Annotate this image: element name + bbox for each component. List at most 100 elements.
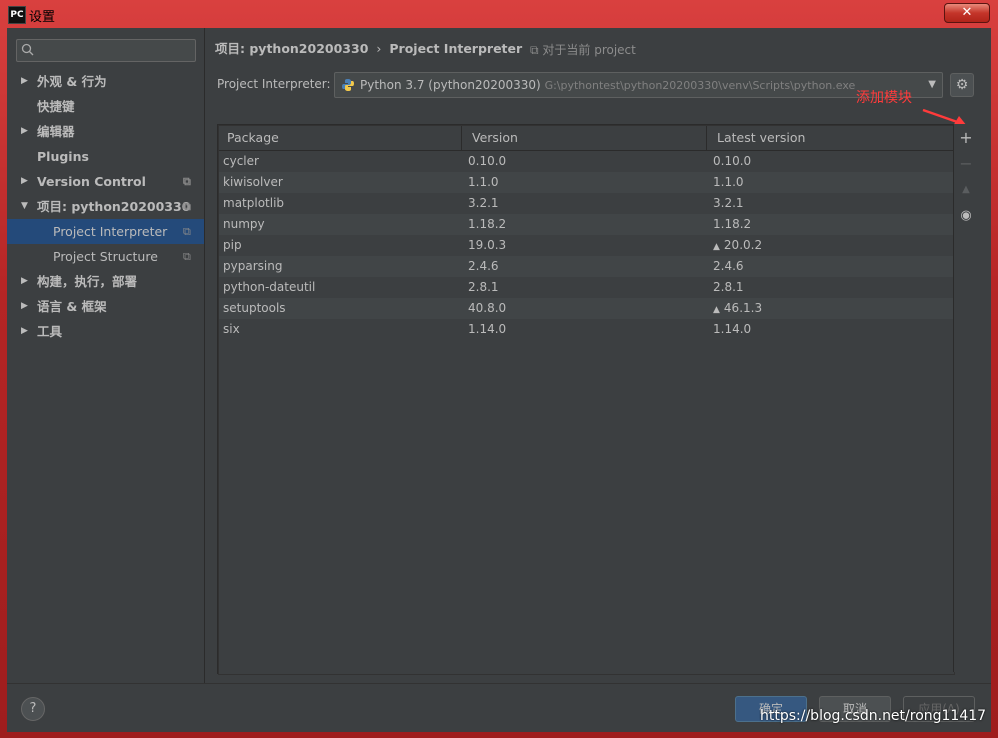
sidebar-item-label: Project Structure [53, 249, 158, 264]
package-version: 40.8.0 [468, 301, 507, 315]
table-row[interactable]: cycler 0.10.0 0.10.0 [219, 151, 954, 172]
table-row[interactable]: numpy 1.18.2 1.18.2 [219, 214, 954, 235]
package-version: 1.14.0 [468, 322, 507, 336]
table-row[interactable]: six 1.14.0 1.14.0 [219, 319, 954, 340]
package-name: pip [223, 238, 242, 252]
settings-content: 项目: python20200330 › Project Interpreter ⧉… [205, 28, 991, 683]
latest-version-text: 46.1.3 [723, 301, 763, 315]
dropdown-arrow-icon: ▼ [928, 79, 936, 90]
sidebar-item-label: Plugins [37, 149, 89, 164]
breadcrumb-separator-icon: › [376, 41, 382, 56]
interpreter-path: G:\pythontest\python20200330\venv\Script… [544, 79, 856, 92]
sidebar-item-languages[interactable]: ▶ 语言 & 框架 [7, 294, 204, 319]
package-latest-version: 1.14.0 [713, 319, 751, 340]
package-name: cycler [223, 154, 259, 168]
package-latest-version: 0.10.0 [713, 151, 751, 172]
project-scope-icon: ⧉ [183, 200, 191, 213]
search-icon [21, 43, 34, 56]
sidebar-item-project[interactable]: ▼ 项目: python20200330 ⧉ [7, 194, 204, 219]
sidebar-item-label: 编辑器 [37, 124, 75, 139]
sidebar-item-plugins[interactable]: Plugins [7, 144, 204, 169]
interpreter-name: Python 3.7 (python20200330) G:\pythontes… [360, 78, 855, 92]
table-row[interactable]: kiwisolver 1.1.0 1.1.0 [219, 172, 954, 193]
package-name: kiwisolver [223, 175, 283, 189]
sidebar-item-version-control[interactable]: ▶ Version Control ⧉ [7, 169, 204, 194]
search-input[interactable] [16, 39, 196, 62]
sidebar-item-appearance[interactable]: ▶ 外观 & 行为 [7, 69, 204, 94]
package-name: setuptools [223, 301, 286, 315]
table-row[interactable]: pyparsing 2.4.6 2.4.6 [219, 256, 954, 277]
breadcrumb: 项目: python20200330 › Project Interpreter [215, 38, 522, 57]
project-scope-icon: ⧉ [183, 250, 191, 263]
package-latest-version: ▲ 46.1.3 [713, 298, 762, 321]
for-current-project-label: 对于当前 project [542, 43, 636, 57]
collapse-arrow-icon: ▼ [21, 201, 28, 211]
show-early-releases-eye-icon[interactable]: ◉ [954, 205, 978, 227]
help-button[interactable]: ? [21, 697, 45, 721]
sidebar-item-label: 工具 [37, 324, 63, 339]
package-toolbar: + − ▲ ◉ [953, 124, 978, 672]
project-scope-icon: ⧉ [183, 175, 191, 188]
sidebar-item-label: 外观 & 行为 [37, 74, 107, 89]
package-latest-version: 2.4.6 [713, 256, 744, 277]
sidebar-item-tools[interactable]: ▶ 工具 [7, 319, 204, 344]
package-version: 2.4.6 [468, 259, 499, 273]
sidebar-item-label: 快捷键 [37, 99, 75, 114]
packages-table: Package Version Latest version cycler 0.1… [217, 124, 955, 675]
sidebar-item-project-structure[interactable]: Project Structure ⧉ [7, 244, 204, 269]
sidebar-item-label: 项目: python20200330 [37, 199, 191, 214]
title-bar: PC 设置 ✕ [0, 0, 998, 28]
expand-arrow-icon: ▶ [21, 126, 28, 136]
package-version: 0.10.0 [468, 154, 507, 168]
sidebar-item-project-interpreter[interactable]: Project Interpreter ⧉ [7, 219, 204, 244]
latest-version-text: 1.1.0 [713, 175, 744, 189]
table-row[interactable]: setuptools 40.8.0 ▲ 46.1.3 [219, 298, 954, 319]
add-package-button[interactable]: + [954, 127, 978, 149]
column-header-version[interactable]: Version [462, 126, 707, 150]
expand-arrow-icon: ▶ [21, 301, 28, 311]
interpreter-label: Project Interpreter: [217, 77, 331, 91]
upgrade-available-icon: ▲ [713, 242, 720, 252]
sidebar-item-keymap[interactable]: 快捷键 [7, 94, 204, 119]
latest-version-text: 1.14.0 [713, 322, 752, 336]
latest-version-text: 0.10.0 [713, 154, 752, 168]
upgrade-available-icon: ▲ [713, 305, 720, 315]
expand-arrow-icon: ▶ [21, 326, 28, 336]
annotation-label: 添加模块 [856, 90, 912, 106]
table-row[interactable]: pip 19.0.3 ▲ 20.0.2 [219, 235, 954, 256]
latest-version-text: 2.4.6 [713, 259, 744, 273]
interpreter-select[interactable]: Python 3.7 (python20200330) G:\pythontes… [334, 72, 943, 98]
package-version: 1.18.2 [468, 217, 507, 231]
column-header-latest-version[interactable]: Latest version [707, 126, 954, 150]
project-scope-icon: ⧉ [530, 43, 543, 57]
breadcrumb-project[interactable]: 项目: python20200330 [215, 41, 368, 56]
package-name: python-dateutil [223, 280, 316, 294]
breadcrumb-page: Project Interpreter [389, 41, 523, 56]
package-version: 19.0.3 [468, 238, 507, 252]
close-button[interactable]: ✕ [944, 3, 990, 23]
python-icon [342, 79, 354, 91]
interpreter-name-text: Python 3.7 (python20200330) [360, 78, 541, 92]
packages-table-body: Package Version Latest version cycler 0.1… [218, 125, 955, 675]
upgrade-package-button[interactable]: ▲ [954, 179, 978, 201]
package-version: 2.8.1 [468, 280, 499, 294]
table-row[interactable]: matplotlib 3.2.1 3.2.1 [219, 193, 954, 214]
table-row[interactable]: python-dateutil 2.8.1 2.8.1 [219, 277, 954, 298]
package-name: pyparsing [223, 259, 283, 273]
sidebar-item-editor[interactable]: ▶ 编辑器 [7, 119, 204, 144]
package-latest-version: 3.2.1 [713, 193, 744, 214]
sidebar-item-build[interactable]: ▶ 构建，执行，部署 [7, 269, 204, 294]
window-title: 设置 [29, 10, 56, 25]
remove-package-button[interactable]: − [954, 153, 978, 175]
sidebar-item-label: 构建，执行，部署 [37, 274, 138, 289]
for-current-project-note: ⧉ 对于当前 project [530, 41, 636, 58]
expand-arrow-icon: ▶ [21, 176, 28, 186]
package-name: six [223, 322, 240, 336]
dialog-client: ▶ 外观 & 行为 快捷键 ▶ 编辑器 Plugins ▶ Version Co… [7, 28, 991, 732]
sidebar-item-label: Version Control [37, 174, 146, 189]
package-name: matplotlib [223, 196, 285, 210]
latest-version-text: 3.2.1 [713, 196, 744, 210]
gear-icon[interactable]: ⚙ [950, 73, 974, 97]
column-header-package[interactable]: Package [219, 126, 462, 150]
expand-arrow-icon: ▶ [21, 276, 28, 286]
